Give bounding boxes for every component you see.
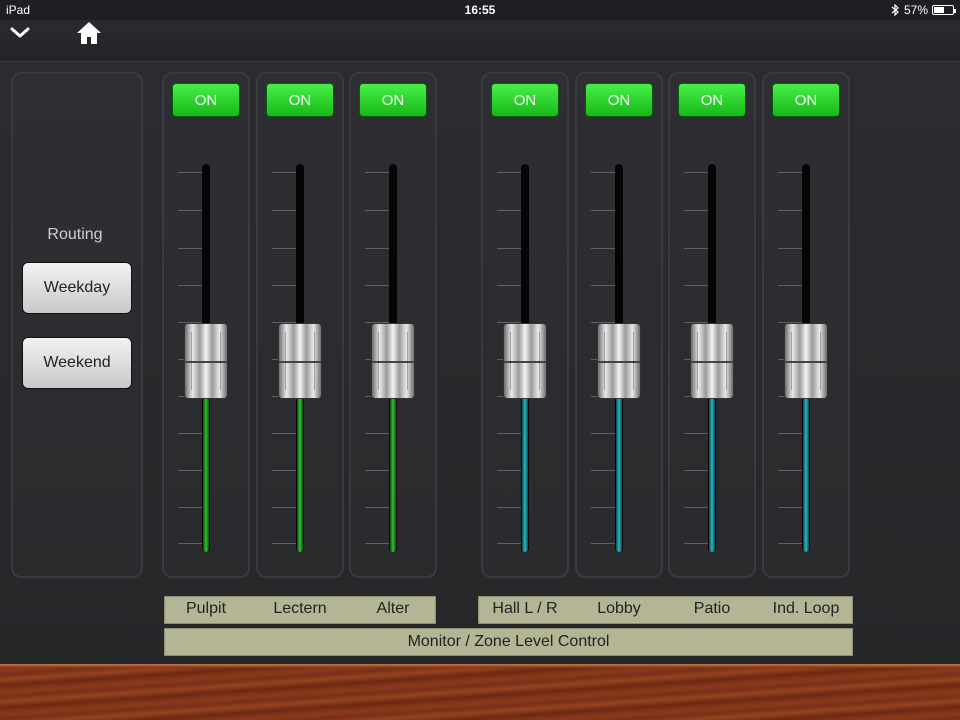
- fader-tick: [272, 285, 298, 286]
- bluetooth-icon: [891, 4, 899, 16]
- fader-knob-ind-loop[interactable]: [784, 323, 828, 399]
- fader-tick: [684, 285, 710, 286]
- fader-tick: [684, 172, 710, 173]
- fader-tick: [497, 210, 523, 211]
- fader-tick: [591, 285, 617, 286]
- fader-tick: [365, 210, 391, 211]
- fader-tick: [272, 433, 298, 434]
- fader-tick: [497, 433, 523, 434]
- fader-tick: [178, 433, 204, 434]
- fader-knob-lectern[interactable]: [278, 323, 322, 399]
- fader-tick: [178, 470, 204, 471]
- fader-tick: [365, 285, 391, 286]
- routing-panel: [11, 72, 143, 578]
- on-button-hall-l-r[interactable]: ON: [491, 83, 559, 117]
- fader-tick: [497, 172, 523, 173]
- fader-tick: [684, 248, 710, 249]
- section-title: Monitor / Zone Level Control: [407, 633, 610, 650]
- fader-tick: [591, 507, 617, 508]
- fader-tick: [497, 285, 523, 286]
- fader-tick: [684, 210, 710, 211]
- channel-label-patio: Patio: [693, 600, 731, 617]
- home-icon[interactable]: [76, 20, 102, 46]
- fader-tick: [497, 470, 523, 471]
- chevron-down-icon[interactable]: [10, 26, 30, 40]
- weekday-button[interactable]: Weekday: [22, 262, 132, 314]
- fader-tick: [178, 507, 204, 508]
- wood-trim-edge: [0, 664, 960, 668]
- fader-knob-lobby[interactable]: [597, 323, 641, 399]
- fader-tick: [778, 172, 804, 173]
- fader-tick: [591, 433, 617, 434]
- fader-tick: [591, 470, 617, 471]
- fader-tick: [497, 507, 523, 508]
- fader-tick: [778, 433, 804, 434]
- channel-label-ind-loop: Ind. Loop: [772, 600, 840, 617]
- channel-label-lobby: Lobby: [597, 600, 641, 617]
- fader-tick: [178, 248, 204, 249]
- fader-tick: [778, 470, 804, 471]
- fader-tick: [365, 248, 391, 249]
- fader-tick: [778, 210, 804, 211]
- fader-tick: [365, 470, 391, 471]
- fader-tick: [684, 433, 710, 434]
- fader-tick: [591, 172, 617, 173]
- fader-tick: [178, 210, 204, 211]
- fader-tick: [272, 507, 298, 508]
- fader-tick: [591, 210, 617, 211]
- fader-tick: [365, 507, 391, 508]
- fader-tick: [591, 248, 617, 249]
- channel-label-hall-l-r: Hall L / R: [492, 600, 558, 617]
- fader-tick: [778, 248, 804, 249]
- on-button-patio[interactable]: ON: [678, 83, 746, 117]
- fader-tick: [778, 507, 804, 508]
- channel-label-lectern: Lectern: [273, 600, 327, 617]
- weekend-button[interactable]: Weekend: [22, 337, 132, 389]
- fader-tick: [178, 172, 204, 173]
- fader-tick: [272, 210, 298, 211]
- fader-tick: [497, 248, 523, 249]
- fader-tick: [365, 172, 391, 173]
- fader-tick: [365, 543, 391, 544]
- fader-knob-patio[interactable]: [690, 323, 734, 399]
- toolbar: [0, 20, 960, 62]
- fader-tick: [778, 285, 804, 286]
- fader-tick: [778, 543, 804, 544]
- wood-trim: [0, 664, 960, 720]
- fader-tick: [272, 543, 298, 544]
- fader-tick: [684, 507, 710, 508]
- on-button-ind-loop[interactable]: ON: [772, 83, 840, 117]
- fader-tick: [365, 433, 391, 434]
- channel-label-alter: Alter: [376, 600, 410, 617]
- fader-knob-alter[interactable]: [371, 323, 415, 399]
- fader-tick: [178, 543, 204, 544]
- fader-tick: [684, 470, 710, 471]
- fader-knob-pulpit[interactable]: [184, 323, 228, 399]
- battery-icon: [932, 5, 956, 15]
- fader-tick: [272, 470, 298, 471]
- battery-percent: 57%: [903, 3, 928, 17]
- fader-tick: [272, 248, 298, 249]
- fader-knob-hall-l-r[interactable]: [503, 323, 547, 399]
- fader-tick: [591, 543, 617, 544]
- routing-label: Routing: [47, 226, 103, 243]
- fader-tick: [178, 285, 204, 286]
- clock: 16:55: [464, 3, 496, 17]
- fader-tick: [684, 543, 710, 544]
- fader-tick: [272, 172, 298, 173]
- on-button-alter[interactable]: ON: [359, 83, 427, 117]
- on-button-lectern[interactable]: ON: [266, 83, 334, 117]
- on-button-pulpit[interactable]: ON: [172, 83, 240, 117]
- on-button-lobby[interactable]: ON: [585, 83, 653, 117]
- channel-label-pulpit: Pulpit: [185, 600, 227, 617]
- fader-tick: [497, 543, 523, 544]
- status-bar: iPad 16:55 57%: [0, 0, 960, 20]
